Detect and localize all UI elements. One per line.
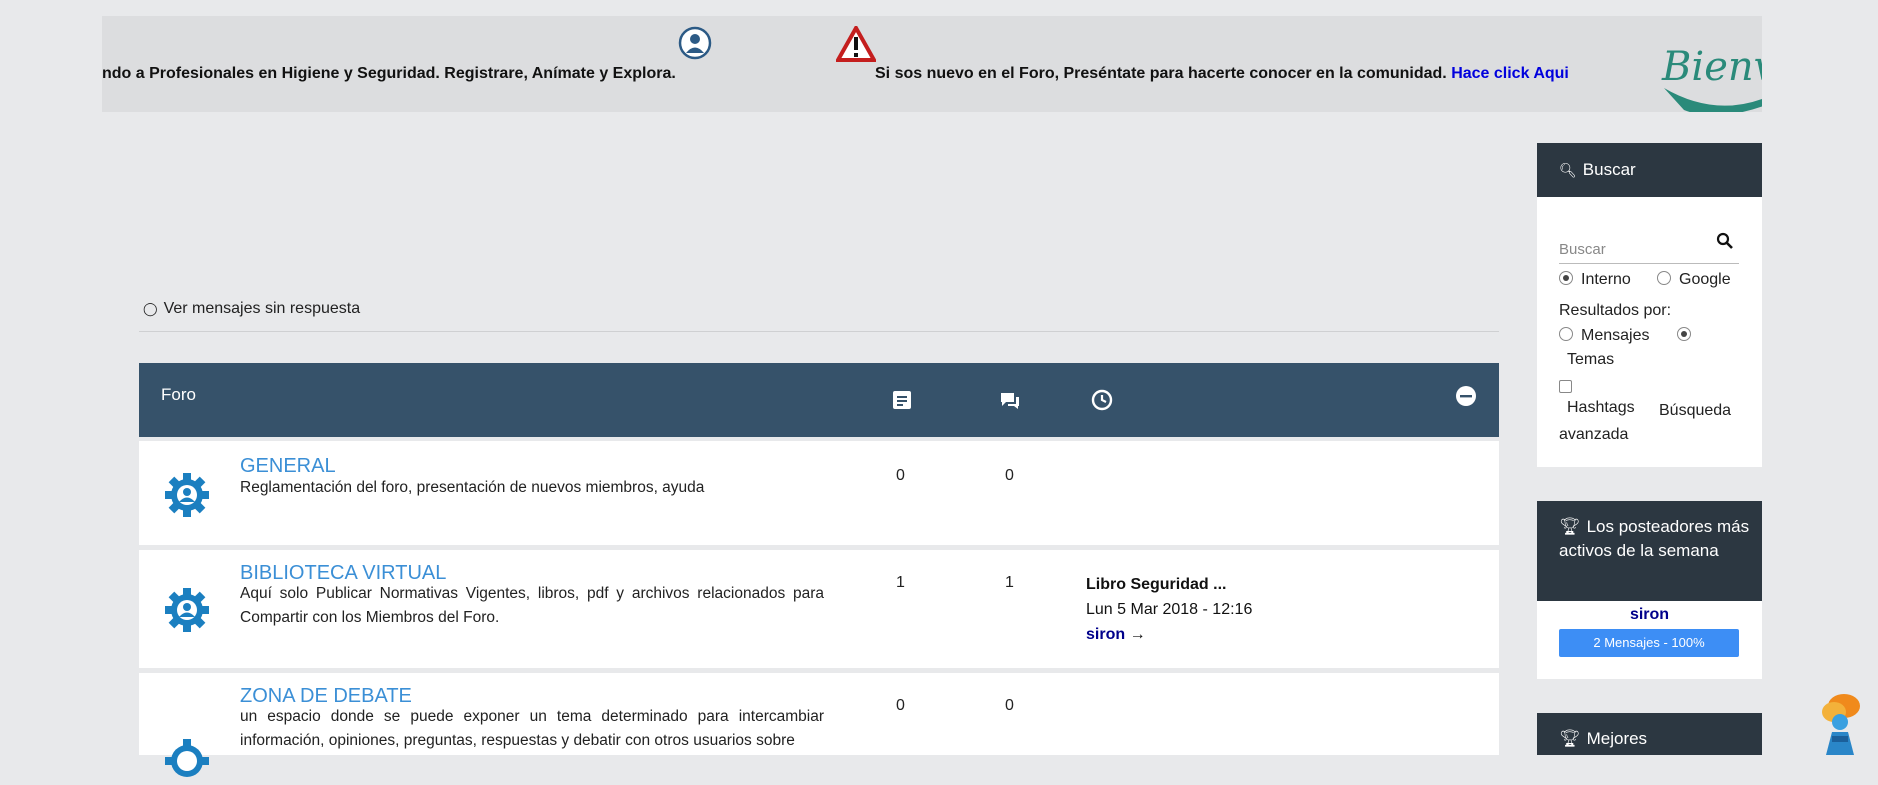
advanced-search-link[interactable]: Búsqueda avanzada bbox=[1559, 399, 1749, 447]
forum-header: Foro bbox=[139, 363, 1499, 437]
last-post-user-link[interactable]: siron bbox=[1086, 626, 1125, 643]
forum-description: Aquí solo Publicar Normativas Vigentes, … bbox=[240, 585, 824, 626]
unanswered-label: Ver mensajes sin respuesta bbox=[163, 300, 361, 317]
forum-topics-count: 1 bbox=[1005, 574, 1014, 591]
posts-icon bbox=[893, 391, 911, 409]
banner-text-1: ndo a Profesionales en Higiene y Segurid… bbox=[102, 65, 676, 82]
forum-row: ZONA DE DEBATE un espacio donde se puede… bbox=[139, 673, 1499, 777]
top-posters-title: Los posteadores más activos de la semana bbox=[1559, 517, 1750, 560]
speech-bubble-icon: ◯ bbox=[143, 301, 158, 316]
trophy-icon: 🏆︎ bbox=[1559, 517, 1581, 536]
best-title: Mejores bbox=[1586, 729, 1648, 748]
forum-posts-count: 0 bbox=[896, 467, 905, 484]
radio-internal-label: Interno bbox=[1581, 271, 1631, 288]
collapse-icon[interactable] bbox=[1455, 385, 1477, 407]
top-poster-progress-bar: 2 Mensajes - 100% bbox=[1559, 629, 1739, 657]
radio-posts-dot[interactable] bbox=[1559, 327, 1573, 341]
radio-posts[interactable]: Mensajes bbox=[1559, 327, 1649, 345]
radio-topics-label: Temas bbox=[1567, 351, 1615, 368]
warning-icon bbox=[836, 26, 876, 62]
forum-topics-count: 0 bbox=[1005, 467, 1014, 484]
forum-gear-icon bbox=[165, 473, 209, 517]
search-submit-icon[interactable] bbox=[1715, 231, 1735, 251]
chat-avatar-icon[interactable] bbox=[1814, 692, 1866, 755]
radio-posts-label: Mensajes bbox=[1581, 327, 1650, 344]
search-icon: 🔍︎ bbox=[1559, 162, 1577, 178]
forum-description: un espacio donde se puede exponer un tem… bbox=[240, 708, 824, 749]
go-to-post-arrow-icon[interactable]: → bbox=[1130, 626, 1146, 643]
forum-name-link[interactable]: GENERAL bbox=[240, 455, 336, 478]
best-header: 🏆︎ Mejores bbox=[1537, 713, 1762, 755]
results-by-label: Resultados por: bbox=[1559, 302, 1672, 319]
worker-icon bbox=[678, 26, 712, 60]
trophy-icon: 🏆︎ bbox=[1559, 729, 1581, 748]
hashtags-checkbox-wrap[interactable] bbox=[1559, 380, 1572, 398]
forum-gear-icon bbox=[165, 588, 209, 632]
banner-new-member-text: Si sos nuevo en el Foro, Preséntate para… bbox=[875, 65, 1447, 82]
marquee-banner: ndo a Profesionales en Higiene y Segurid… bbox=[102, 16, 1762, 112]
radio-internal[interactable]: Interno bbox=[1559, 271, 1631, 289]
radio-topics-dot-wrap[interactable] bbox=[1677, 327, 1699, 345]
banner-click-link[interactable]: Hace click Aqui bbox=[1451, 65, 1569, 82]
forum-gear-icon bbox=[165, 739, 209, 777]
search-placeholder: Buscar bbox=[1559, 241, 1606, 258]
last-post-date: Lun 5 Mar 2018 - 12:16 bbox=[1086, 601, 1253, 618]
divider bbox=[139, 331, 1499, 332]
top-poster-user-link[interactable]: siron bbox=[1537, 606, 1762, 624]
search-input[interactable]: Buscar bbox=[1559, 229, 1739, 264]
top-posters-header: 🏆︎ Los posteadores más activos de la sema… bbox=[1537, 501, 1762, 601]
forum-topics-count: 0 bbox=[1005, 697, 1014, 714]
radio-topics-dot[interactable] bbox=[1677, 327, 1691, 341]
search-panel-header: 🔍︎ Buscar bbox=[1537, 143, 1762, 197]
clock-icon bbox=[1091, 389, 1113, 411]
radio-google-dot[interactable] bbox=[1657, 271, 1671, 285]
forum-description: Reglamentación del foro, presentación de… bbox=[240, 479, 705, 496]
forum-posts-count: 0 bbox=[896, 697, 905, 714]
radio-internal-dot[interactable] bbox=[1559, 271, 1573, 285]
top-posters-panel: siron 2 Mensajes - 100% bbox=[1537, 601, 1762, 679]
hashtags-checkbox[interactable] bbox=[1559, 380, 1572, 393]
forum-row: BIBLIOTECA VIRTUAL Aquí solo Publicar No… bbox=[139, 550, 1499, 668]
search-panel: Buscar Interno Google Resultados por: Me… bbox=[1537, 197, 1762, 467]
forum-posts-count: 1 bbox=[896, 574, 905, 591]
welcome-swoosh-icon bbox=[1664, 88, 1762, 112]
search-panel-title: Buscar bbox=[1582, 160, 1636, 179]
last-post: Libro Seguridad ... Lun 5 Mar 2018 - 12:… bbox=[1086, 572, 1252, 647]
forum-header-title: Foro bbox=[161, 385, 196, 404]
radio-google[interactable]: Google bbox=[1657, 271, 1731, 289]
forum-row: GENERAL Reglamentación del foro, present… bbox=[139, 441, 1499, 545]
radio-google-label: Google bbox=[1679, 271, 1731, 288]
unanswered-link[interactable]: ◯ Ver mensajes sin respuesta bbox=[143, 300, 360, 318]
topics-icon bbox=[1001, 393, 1019, 409]
last-post-title-link[interactable]: Libro Seguridad ... bbox=[1086, 576, 1226, 593]
banner-text-2: Si sos nuevo en el Foro, Preséntate para… bbox=[875, 65, 1569, 83]
